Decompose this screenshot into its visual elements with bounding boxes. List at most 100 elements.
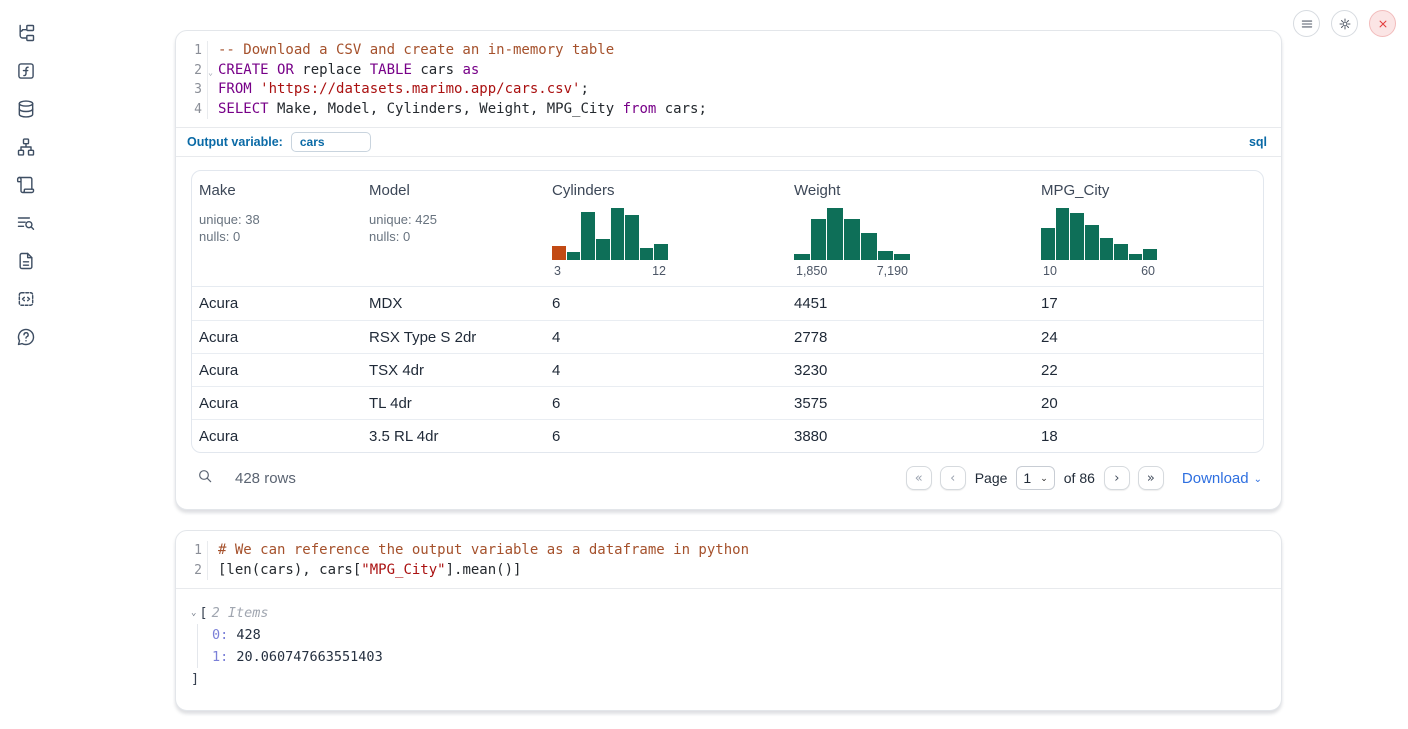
open-bracket: [	[199, 602, 207, 624]
settings-gear-button[interactable]	[1331, 10, 1358, 37]
collapse-chevron-icon[interactable]: ⌄	[191, 602, 196, 624]
code-text: FROM 'https://datasets.marimo.app/cars.c…	[207, 80, 589, 100]
histogram-bar	[625, 215, 639, 260]
line-number: 3	[176, 80, 207, 100]
histogram-bar	[654, 244, 668, 260]
column-header[interactable]: Weight 1,8507,190	[787, 182, 1034, 278]
column-header[interactable]: Cylinders312	[545, 182, 787, 278]
histogram-bar	[1114, 244, 1128, 260]
language-badge-sql[interactable]: sql	[1249, 135, 1267, 149]
search-icon[interactable]	[197, 468, 213, 489]
dataframe-table: Make unique: 38nulls: 0 Model unique: 425nu…	[191, 170, 1264, 453]
code-line[interactable]: 1# We can reference the output variable …	[176, 541, 1281, 561]
next-page-button[interactable]: ›	[1104, 466, 1130, 490]
notebook-actions	[1293, 10, 1396, 37]
item-index: 1:	[212, 649, 228, 665]
histogram-bar	[827, 208, 843, 260]
notebook-canvas: 1-- Download a CSV and create an in-memo…	[175, 30, 1282, 711]
close-bracket: ]	[191, 668, 1267, 690]
page-label: Page	[975, 470, 1008, 486]
code-line[interactable]: 4SELECT Make, Model, Cylinders, Weight, …	[176, 100, 1281, 120]
list-search-icon[interactable]	[15, 212, 37, 234]
histogram-bar	[1143, 249, 1157, 260]
table-row[interactable]: AcuraTSX 4dr4323022	[192, 353, 1263, 386]
first-page-button[interactable]: «	[906, 466, 932, 490]
table-row[interactable]: Acura3.5 RL 4dr6388018	[192, 419, 1263, 452]
code-line[interactable]: 1-- Download a CSV and create an in-memo…	[176, 41, 1281, 61]
table-cell: Acura	[192, 395, 362, 412]
column-stats: unique: 425nulls: 0	[369, 211, 545, 245]
table-cell: 6	[545, 395, 787, 412]
histogram-bar	[811, 219, 827, 260]
prev-page-button[interactable]: ‹	[940, 466, 966, 490]
item-value: 428	[228, 627, 261, 643]
row-count-label: 428 rows	[235, 470, 296, 487]
code-text: [len(cars), cars["MPG_City"].mean()]	[207, 561, 521, 581]
histogram-bar	[611, 208, 625, 260]
histogram-bar	[581, 212, 595, 260]
python-code-editor[interactable]: 1# We can reference the output variable …	[176, 531, 1281, 588]
sql-cell: 1-- Download a CSV and create an in-memo…	[175, 30, 1282, 510]
sql-cell-output: Make unique: 38nulls: 0 Model unique: 425nu…	[176, 157, 1281, 509]
column-header[interactable]: Model unique: 425nulls: 0	[362, 182, 545, 278]
column-title: Model	[369, 182, 545, 199]
column-stats: unique: 38nulls: 0	[199, 211, 362, 245]
table-row[interactable]: AcuraMDX6445117	[192, 287, 1263, 320]
histogram-axis-labels: 1060	[1041, 264, 1157, 278]
table-cell: Acura	[192, 428, 362, 445]
sql-code-editor[interactable]: 1-- Download a CSV and create an in-memo…	[176, 31, 1281, 127]
table-cell: 3230	[787, 362, 1034, 379]
column-header[interactable]: MPG_City1060	[1034, 182, 1263, 278]
column-histogram[interactable]: 1,8507,190	[794, 208, 910, 278]
table-cell: 4	[545, 329, 787, 346]
download-button[interactable]: Download ⌄	[1182, 470, 1262, 487]
column-histogram[interactable]: 312	[552, 208, 668, 278]
column-histogram[interactable]: 1060	[1041, 208, 1157, 278]
page-number-select[interactable]: 1 ⌄	[1016, 466, 1054, 490]
list-item: 0: 428	[212, 624, 1267, 646]
function-square-icon[interactable]	[15, 60, 37, 82]
python-cell-output: ⌄ [ 2 Items 0: 4281: 20.060747663551403 …	[176, 589, 1281, 710]
column-title: Weight	[794, 182, 1034, 199]
table-row[interactable]: AcuraRSX Type S 2dr4277824	[192, 320, 1263, 353]
line-number: 2⌄	[176, 61, 207, 81]
file-text-icon[interactable]	[15, 250, 37, 272]
line-number: 4	[176, 100, 207, 120]
histogram-bar	[552, 246, 566, 260]
histogram-bar	[1100, 238, 1114, 260]
fold-chevron-icon[interactable]: ⌄	[208, 63, 213, 83]
histogram-bar	[1129, 254, 1143, 260]
file-tree-icon[interactable]	[15, 22, 37, 44]
output-variable-input[interactable]	[291, 132, 371, 152]
close-button[interactable]	[1369, 10, 1396, 37]
histogram-bar	[878, 251, 894, 260]
code-line[interactable]: 3FROM 'https://datasets.marimo.app/cars.…	[176, 80, 1281, 100]
table-cell: 3.5 RL 4dr	[362, 428, 545, 445]
pagination-controls: « ‹ Page 1 ⌄ of 86 › » Download ⌄	[906, 466, 1262, 490]
menu-button[interactable]	[1293, 10, 1320, 37]
column-header[interactable]: Make unique: 38nulls: 0	[192, 182, 362, 278]
line-number: 1	[176, 541, 207, 561]
table-cell: Acura	[192, 295, 362, 312]
table-row[interactable]: AcuraTL 4dr6357520	[192, 386, 1263, 419]
download-label: Download	[1182, 470, 1249, 487]
page-total-label: of 86	[1064, 470, 1095, 486]
page-number-value: 1	[1023, 470, 1031, 486]
database-icon[interactable]	[15, 98, 37, 120]
code-text: -- Download a CSV and create an in-memor…	[207, 41, 614, 61]
item-index: 0:	[212, 627, 228, 643]
list-item: 1: 20.060747663551403	[212, 646, 1267, 668]
code-line[interactable]: 2[len(cars), cars["MPG_City"].mean()]	[176, 561, 1281, 581]
code-line[interactable]: 2⌄CREATE OR replace TABLE cars as	[176, 61, 1281, 81]
help-chat-icon[interactable]	[15, 326, 37, 348]
scroll-icon[interactable]	[15, 174, 37, 196]
line-number: 1	[176, 41, 207, 61]
snippets-code-icon[interactable]	[15, 288, 37, 310]
table-cell: 22	[1034, 362, 1263, 379]
dependency-graph-icon[interactable]	[15, 136, 37, 158]
last-page-button[interactable]: »	[1138, 466, 1164, 490]
histogram-axis-labels: 312	[552, 264, 668, 278]
table-cell: RSX Type S 2dr	[362, 329, 545, 346]
column-title: Make	[199, 182, 362, 199]
table-cell: 24	[1034, 329, 1263, 346]
